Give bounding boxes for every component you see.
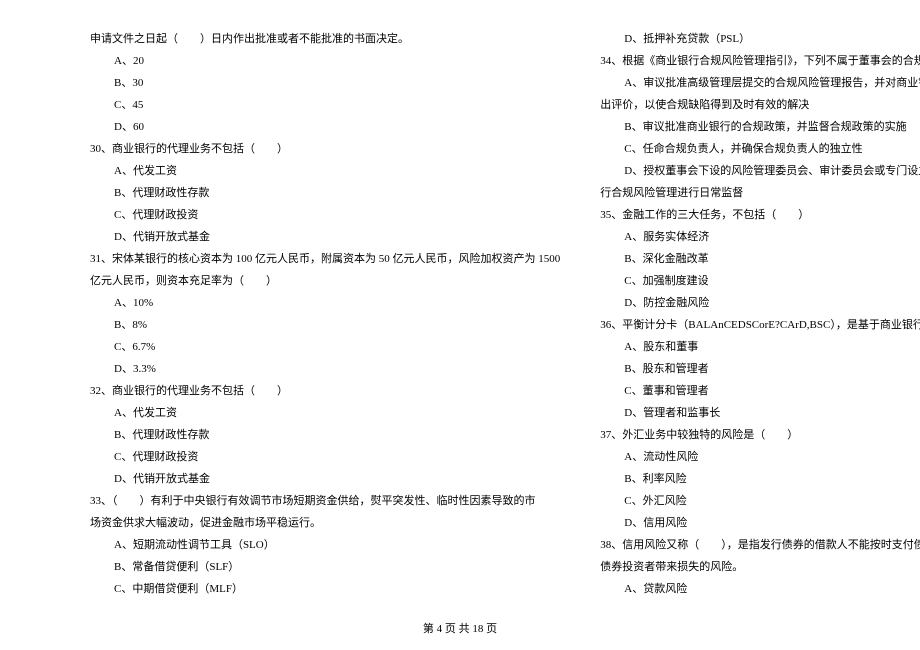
text-line: 行合规风险管理进行日常监督 — [600, 182, 920, 204]
text-line: 33、（ ）有利于中央银行有效调节市场短期资金供给，熨平突发性、临时性因素导致的… — [90, 490, 560, 512]
text-line: 32、商业银行的代理业务不包括（ ） — [90, 380, 560, 402]
text-line: C、45 — [90, 94, 560, 116]
text-line: 30、商业银行的代理业务不包括（ ） — [90, 138, 560, 160]
text-line: 34、根据《商业银行合规风险管理指引》，下列不属于董事会的合规管理职责的是（ ） — [600, 50, 920, 72]
page-number: 第 4 页 共 18 页 — [423, 623, 497, 635]
text-line: D、3.3% — [90, 358, 560, 380]
text-line: 场资金供求大幅波动，促进金融市场平稳运行。 — [90, 512, 560, 534]
text-line: 31、宋体某银行的核心资本为 100 亿元人民币，附属资本为 50 亿元人民币，… — [90, 248, 560, 270]
text-line: 出评价，以使合规缺陷得到及时有效的解决 — [600, 94, 920, 116]
text-line: 35、金融工作的三大任务，不包括（ ） — [600, 204, 920, 226]
text-line: B、常备借贷便利（SLF） — [90, 556, 560, 578]
text-line: D、管理者和监事长 — [600, 402, 920, 424]
text-line: A、代发工资 — [90, 160, 560, 182]
text-line: D、代销开放式基金 — [90, 468, 560, 490]
text-line: C、6.7% — [90, 336, 560, 358]
text-line: B、8% — [90, 314, 560, 336]
text-line: D、代销开放式基金 — [90, 226, 560, 248]
page-footer: 第 4 页 共 18 页 — [0, 620, 920, 636]
text-line: A、贷款风险 — [600, 578, 920, 600]
text-line: D、授权董事会下设的风险管理委员会、审计委员会或专门设立的合规管理委员会对商业银 — [600, 160, 920, 182]
text-line: A、服务实体经济 — [600, 226, 920, 248]
text-line: C、外汇风险 — [600, 490, 920, 512]
text-line: A、代发工资 — [90, 402, 560, 424]
text-line: A、流动性风险 — [600, 446, 920, 468]
text-line: A、20 — [90, 50, 560, 72]
text-line: B、代理财政性存款 — [90, 182, 560, 204]
text-line: 36、平衡计分卡（BALAnCEDSCorE?CArD,BSC），是基于商业银行… — [600, 314, 920, 336]
text-line: B、股东和管理者 — [600, 358, 920, 380]
text-line: B、代理财政性存款 — [90, 424, 560, 446]
text-line: B、深化金融改革 — [600, 248, 920, 270]
text-line: B、利率风险 — [600, 468, 920, 490]
text-line: D、60 — [90, 116, 560, 138]
text-line: D、抵押补充贷款（PSL） — [600, 28, 920, 50]
text-line: D、信用风险 — [600, 512, 920, 534]
left-column: 申请文件之日起（ ）日内作出批准或者不能批准的书面决定。A、20B、30C、45… — [90, 28, 560, 600]
text-line: 37、外汇业务中较独特的风险是（ ） — [600, 424, 920, 446]
page-body: 申请文件之日起（ ）日内作出批准或者不能批准的书面决定。A、20B、30C、45… — [0, 0, 920, 640]
text-line: 38、信用风险又称（ ），是指发行债券的借款人不能按时支付债券利息或偿还本金，而… — [600, 534, 920, 556]
right-column: D、抵押补充贷款（PSL）34、根据《商业银行合规风险管理指引》，下列不属于董事… — [600, 28, 920, 600]
text-line: B、30 — [90, 72, 560, 94]
text-line: B、审议批准商业银行的合规政策，并监督合规政策的实施 — [600, 116, 920, 138]
text-line: 债券投资者带来损失的风险。 — [600, 556, 920, 578]
text-line: C、任命合规负责人，并确保合规负责人的独立性 — [600, 138, 920, 160]
text-line: C、代理财政投资 — [90, 204, 560, 226]
text-line: D、防控金融风险 — [600, 292, 920, 314]
text-line: C、中期借贷便利（MLF） — [90, 578, 560, 600]
text-line: C、董事和管理者 — [600, 380, 920, 402]
text-line: A、审议批准高级管理层提交的合规风险管理报告，并对商业银行管理合规风险的有效性作 — [600, 72, 920, 94]
text-line: A、股东和董事 — [600, 336, 920, 358]
text-line: 申请文件之日起（ ）日内作出批准或者不能批准的书面决定。 — [90, 28, 560, 50]
text-line: 亿元人民币，则资本充足率为（ ） — [90, 270, 560, 292]
text-line: A、10% — [90, 292, 560, 314]
text-line: C、代理财政投资 — [90, 446, 560, 468]
text-line: C、加强制度建设 — [600, 270, 920, 292]
text-line: A、短期流动性调节工具（SLO） — [90, 534, 560, 556]
